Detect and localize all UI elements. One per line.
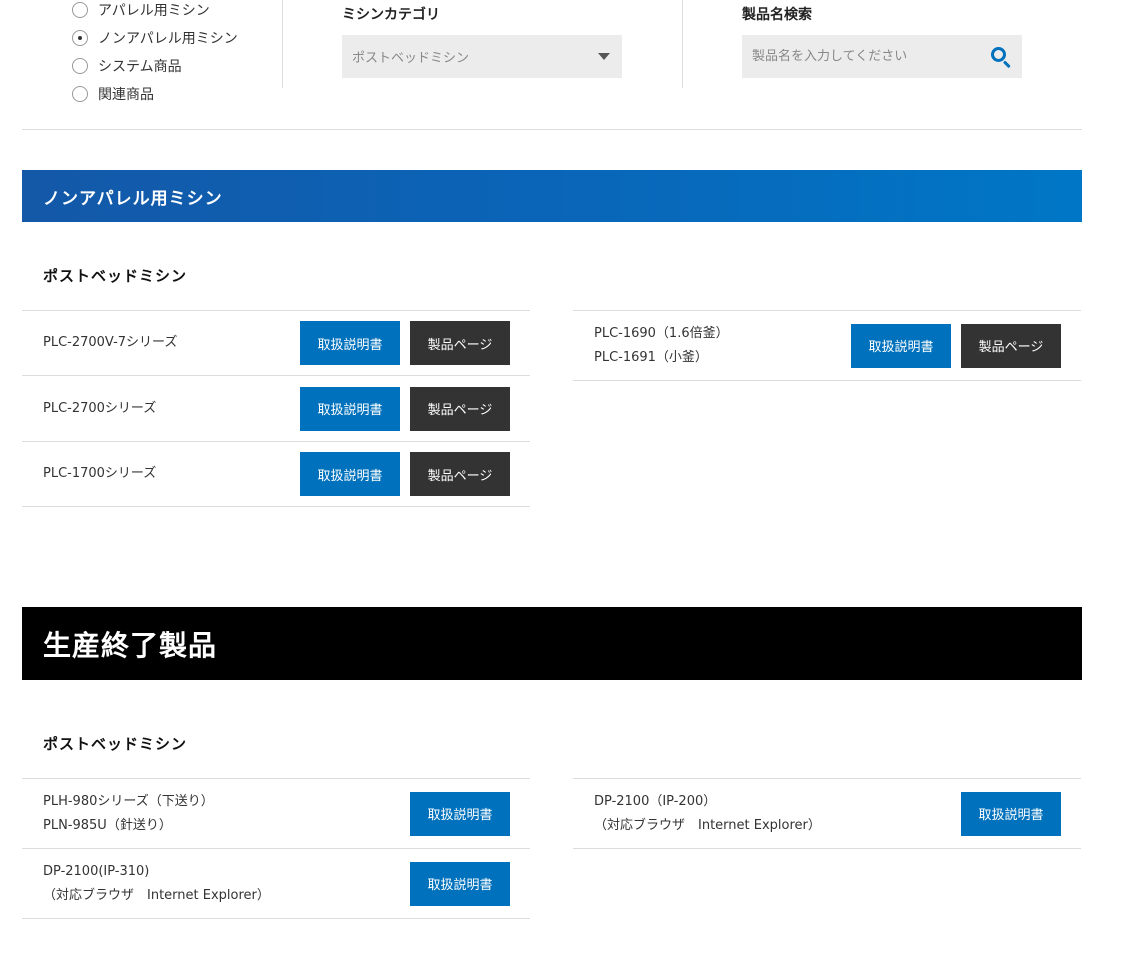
search-box [742,35,1022,78]
manual-button[interactable]: 取扱説明書 [300,452,400,496]
radio-label: ノンアパレル用ミシン [98,31,238,47]
radio-button[interactable] [72,2,88,18]
manual-button[interactable]: 取扱説明書 [851,323,951,368]
radio-button[interactable] [72,86,88,102]
manual-button[interactable]: 取扱説明書 [410,791,510,836]
radio-non-apparel[interactable]: ノンアパレル用ミシン [72,24,238,52]
product-list-left: PLC-2700V-7シリーズ 取扱説明書 製品ページ PLC-2700シリーズ… [22,310,530,507]
product-list-right: PLC-1690（1.6倍釜） PLC-1691（小釜） 取扱説明書 製品ページ [573,310,1081,381]
divider [682,0,683,88]
product-page-button[interactable]: 製品ページ [410,452,510,496]
radio-label: 関連商品 [98,87,154,103]
product-row: PLC-2700V-7シリーズ 取扱説明書 製品ページ [22,311,530,376]
radio-label: アパレル用ミシン [98,3,210,19]
product-name: PLC-1690（1.6倍釜） PLC-1691（小釜） [594,325,729,365]
category-select-value: ポストベッドミシン [352,51,470,66]
section-banner-discontinued: 生産終了製品 [22,607,1082,680]
product-row: PLH-980シリーズ（下送り） PLN-985U（針送り） 取扱説明書 [22,779,530,849]
manual-button[interactable]: 取扱説明書 [300,321,400,365]
product-name: PLH-980シリーズ（下送り） PLN-985U（針送り） [43,793,214,833]
category-filter: ミシンカテゴリ ポストベッドミシン [342,4,622,78]
product-page-button[interactable]: 製品ページ [961,323,1061,368]
manual-button[interactable]: 取扱説明書 [300,386,400,431]
radio-button-selected[interactable] [72,30,88,46]
manual-button[interactable]: 取扱説明書 [410,861,510,906]
chevron-down-icon [598,53,610,60]
radio-apparel[interactable]: アパレル用ミシン [72,0,238,24]
product-name: PLC-2700V-7シリーズ [43,335,178,350]
search-input[interactable] [752,49,972,64]
product-row: DP-2100(IP-310) （対応ブラウザ Internet Explore… [22,849,530,919]
product-page-button[interactable]: 製品ページ [410,386,510,431]
divider [282,0,283,88]
product-row: PLC-1700シリーズ 取扱説明書 製品ページ [22,442,530,507]
discontinued-list-right: DP-2100（IP-200） （対応ブラウザ Internet Explore… [573,778,1081,849]
category-select[interactable]: ポストベッドミシン [342,35,622,78]
radio-button[interactable] [72,58,88,74]
radio-related[interactable]: 関連商品 [72,80,238,108]
product-row: PLC-2700シリーズ 取扱説明書 製品ページ [22,376,530,442]
search-label: 製品名検索 [742,7,812,23]
filter-bar: アパレル用ミシン ノンアパレル用ミシン システム商品 関連商品 ミシンカテゴリ … [22,0,1082,130]
category-heading: ポストベッドミシン [43,267,188,285]
radio-label: システム商品 [98,59,182,75]
product-row: DP-2100（IP-200） （対応ブラウザ Internet Explore… [573,779,1081,849]
discontinued-list-left: PLH-980シリーズ（下送り） PLN-985U（針送り） 取扱説明書 DP-… [22,778,530,919]
radio-system[interactable]: システム商品 [72,52,238,80]
product-name: PLC-2700シリーズ [43,400,157,416]
category-label: ミシンカテゴリ [342,7,440,23]
product-search: 製品名検索 [742,4,1022,78]
product-name: DP-2100（IP-200） （対応ブラウザ Internet Explore… [594,793,821,833]
machine-type-radio-group: アパレル用ミシン ノンアパレル用ミシン システム商品 関連商品 [72,0,238,108]
category-heading: ポストベッドミシン [43,735,188,753]
product-name: DP-2100(IP-310) （対応ブラウザ Internet Explore… [43,863,270,903]
product-page-button[interactable]: 製品ページ [410,321,510,365]
section-banner-non-apparel: ノンアパレル用ミシン [22,170,1082,222]
search-icon[interactable] [990,46,1012,68]
manual-button[interactable]: 取扱説明書 [961,791,1061,836]
product-row: PLC-1690（1.6倍釜） PLC-1691（小釜） 取扱説明書 製品ページ [573,311,1081,381]
product-name: PLC-1700シリーズ [43,466,157,481]
